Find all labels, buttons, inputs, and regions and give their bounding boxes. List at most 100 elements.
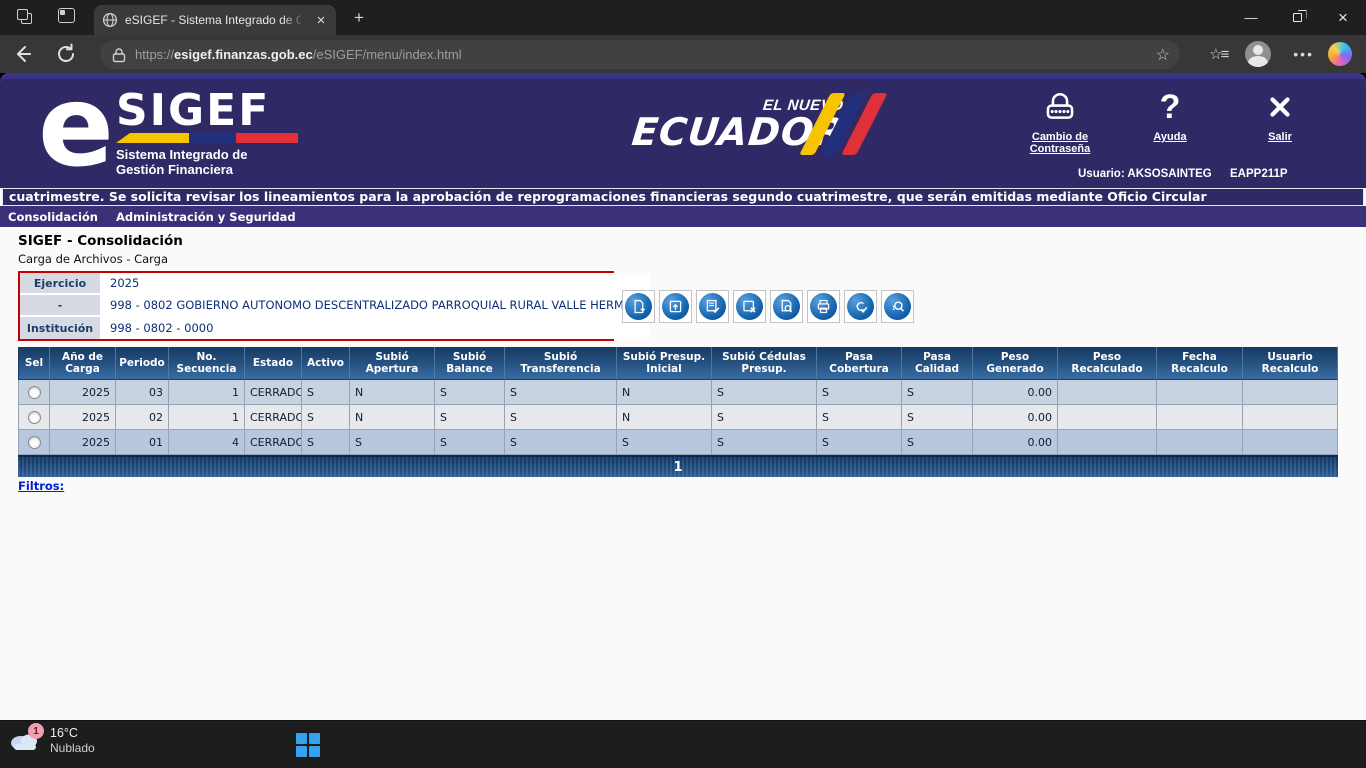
exit-button[interactable]: Salir: [1239, 89, 1321, 155]
pagination-bar[interactable]: 1: [18, 455, 1338, 477]
column-header: Pasa Calidad: [902, 347, 973, 380]
form-row-ejercicio: Ejercicio 2025: [20, 273, 649, 295]
select-cell: [18, 380, 50, 405]
column-header: Usuario Recalculo: [1243, 347, 1338, 380]
workspaces-icon[interactable]: [16, 8, 36, 26]
minimize-button[interactable]: —: [1228, 0, 1274, 35]
favorites-bar-icon[interactable]: ☆≡: [1203, 45, 1233, 63]
lock-icon[interactable]: [112, 47, 126, 63]
table-cell: N: [350, 380, 435, 405]
nuevo-ecuador-logo: EL NUEVO ECUADOR: [630, 97, 848, 150]
back-button[interactable]: [8, 40, 36, 68]
profile-avatar[interactable]: [1245, 41, 1271, 67]
tab-actions-icon[interactable]: [58, 8, 75, 23]
table-row: 2025014CERRADOSSSSSSSS0.00: [18, 430, 1338, 455]
weather-badge: 1: [28, 723, 44, 739]
ejercicio-value: 2025: [102, 273, 649, 293]
start-button[interactable]: [296, 733, 320, 757]
table-cell: [1157, 405, 1243, 430]
esigef-logo: e SIGEF Sistema Integrado de Gestión Fin…: [38, 81, 298, 177]
browser-tab[interactable]: eSIGEF - Sistema Integrado de Ge ×: [94, 5, 336, 35]
tab-close-icon[interactable]: ×: [312, 11, 330, 29]
table-cell: 2025: [50, 430, 116, 455]
new-document-button[interactable]: [622, 290, 655, 323]
column-header: No. Secuencia: [169, 347, 245, 380]
table-cell: S: [617, 430, 712, 455]
restore-button[interactable]: [1274, 0, 1320, 35]
table-cell: 4: [169, 430, 245, 455]
table-cell: S: [435, 430, 505, 455]
form-row-institucion: Institución 998 - 0802 - 0000: [20, 317, 649, 339]
save-upload-button[interactable]: [659, 290, 692, 323]
menu-item-consolidacion[interactable]: Consolidación: [8, 210, 98, 224]
more-menu-icon[interactable]: •••: [1293, 46, 1314, 62]
page-title: SIGEF - Consolidación: [18, 233, 183, 249]
column-header: Subió Presup. Inicial: [617, 347, 712, 380]
browser-toolbar: https://esigef.finanzas.gob.ec/eSIGEF/me…: [0, 35, 1366, 73]
delete-record-button[interactable]: [733, 290, 766, 323]
page-subtitle: Carga de Archivos - Carga: [18, 252, 168, 266]
row-select-radio[interactable]: [28, 411, 41, 424]
save-upload-icon: [662, 293, 689, 320]
new-tab-button[interactable]: +: [348, 8, 370, 28]
approve-check-button[interactable]: [844, 290, 877, 323]
print-icon: [810, 293, 837, 320]
print-button[interactable]: [807, 290, 840, 323]
validate-document-button[interactable]: [696, 290, 729, 323]
esigef-logo-subtitle-1: Sistema Integrado de: [116, 147, 298, 162]
ejercicio-label: Ejercicio: [20, 273, 102, 293]
table-cell: [1243, 380, 1338, 405]
copilot-icon[interactable]: [1328, 42, 1352, 66]
esigef-logo-subtitle-2: Gestión Financiera: [116, 162, 298, 177]
table-cell: 01: [116, 430, 169, 455]
filtros-link[interactable]: Filtros:: [18, 479, 64, 493]
globe-icon: [102, 12, 118, 28]
delete-record-icon: [736, 293, 763, 320]
browser-chrome: eSIGEF - Sistema Integrado de Ge × + — ×…: [0, 0, 1366, 73]
column-header: Subió Transferencia: [505, 347, 617, 380]
entidad-label: -: [20, 295, 102, 315]
refresh-button[interactable]: [52, 40, 80, 68]
table-cell: [1157, 430, 1243, 455]
table-cell: S: [712, 430, 817, 455]
column-header: Fecha Recalculo: [1157, 347, 1243, 380]
page-number[interactable]: 1: [673, 460, 682, 475]
row-select-radio[interactable]: [28, 386, 41, 399]
column-header: Subió Balance: [435, 347, 505, 380]
help-button[interactable]: ? Ayuda: [1129, 89, 1211, 155]
preview-document-button[interactable]: [770, 290, 803, 323]
table-cell: N: [350, 405, 435, 430]
web-page: e SIGEF Sistema Integrado de Gestión Fin…: [0, 73, 1366, 720]
query-search-button[interactable]: [881, 290, 914, 323]
favorite-star-icon[interactable]: ☆: [1156, 45, 1170, 65]
taskbar: 1 16°C Nublado Búsqueda X W λ: [0, 720, 1366, 768]
table-row: 2025031CERRADOSNSSNSSS0.00: [18, 380, 1338, 405]
table-cell: S: [350, 430, 435, 455]
table-cell: [1058, 380, 1157, 405]
table-cell: CERRADO: [245, 380, 302, 405]
menu-item-administracion[interactable]: Administración y Seguridad: [116, 210, 296, 224]
column-header: Pasa Cobertura: [817, 347, 902, 380]
table-cell: [1058, 430, 1157, 455]
close-button[interactable]: ×: [1320, 0, 1366, 35]
change-password-button[interactable]: Cambio de Contraseña: [1019, 89, 1101, 155]
table-cell: N: [617, 380, 712, 405]
announcement-marquee: cuatrimestre. Se solicita revisar los li…: [2, 188, 1364, 206]
table-cell: 1: [169, 380, 245, 405]
table-cell: 1: [169, 405, 245, 430]
user-info: Usuario: AKSOSAINTEG EAPP211P: [1078, 168, 1358, 180]
url-path: /eSIGEF/menu/index.html: [313, 47, 462, 62]
row-select-radio[interactable]: [28, 436, 41, 449]
weather-widget[interactable]: 1 16°C Nublado: [8, 726, 95, 756]
table-cell: S: [505, 405, 617, 430]
padlock-icon: [1043, 91, 1077, 123]
table-cell: S: [902, 380, 973, 405]
table-cell: CERRADO: [245, 430, 302, 455]
table-cell: 0.00: [973, 380, 1058, 405]
column-header: Subió Apertura: [350, 347, 435, 380]
change-password-label: Cambio de Contraseña: [1019, 131, 1101, 155]
validate-document-icon: [699, 293, 726, 320]
address-bar[interactable]: https://esigef.finanzas.gob.ec/eSIGEF/me…: [100, 40, 1180, 69]
column-header: Peso Generado: [973, 347, 1058, 380]
workspaces-icon-front: [17, 9, 28, 20]
